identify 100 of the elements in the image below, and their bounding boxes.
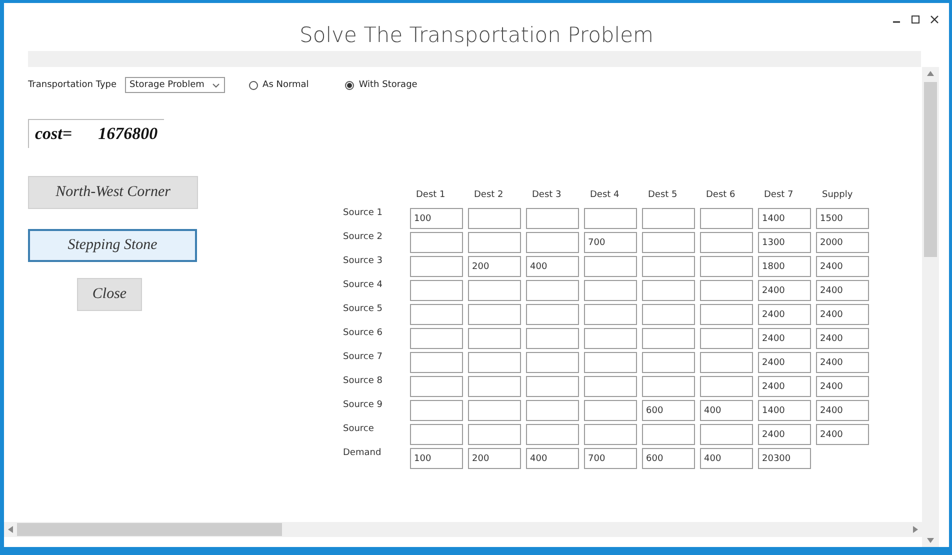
table-cell-field[interactable]: 700 bbox=[584, 448, 637, 469]
table-cell-field[interactable] bbox=[526, 280, 579, 301]
table-cell-field[interactable] bbox=[468, 376, 521, 397]
table-cell-field[interactable] bbox=[642, 208, 695, 229]
table-cell-field[interactable]: 400 bbox=[526, 256, 579, 277]
close-icon[interactable] bbox=[930, 14, 939, 24]
table-cell-field[interactable] bbox=[642, 232, 695, 253]
table-cell-field[interactable] bbox=[468, 400, 521, 421]
table-cell-field[interactable] bbox=[584, 424, 637, 445]
table-cell-field[interactable]: 200 bbox=[468, 448, 521, 469]
table-cell-field[interactable]: 100 bbox=[410, 208, 463, 229]
table-cell-field[interactable] bbox=[410, 376, 463, 397]
table-cell-field[interactable]: 1400 bbox=[758, 400, 811, 421]
table-cell-field[interactable] bbox=[468, 424, 521, 445]
table-cell-field[interactable] bbox=[700, 232, 753, 253]
table-cell-field[interactable] bbox=[468, 304, 521, 325]
action-button[interactable]: North-West Corner bbox=[28, 176, 198, 209]
radio-button[interactable] bbox=[248, 80, 258, 90]
table-cell-field[interactable] bbox=[642, 352, 695, 373]
type-label: Transportation Type bbox=[28, 80, 117, 90]
table-cell-field[interactable] bbox=[584, 208, 637, 229]
row-label: Source 1 bbox=[343, 208, 384, 218]
table-cell-field[interactable] bbox=[410, 280, 463, 301]
table-cell-field[interactable] bbox=[700, 304, 753, 325]
table-cell-field[interactable] bbox=[700, 208, 753, 229]
table-cell-field[interactable]: 1800 bbox=[758, 256, 811, 277]
table-cell-field[interactable]: 2400 bbox=[816, 376, 869, 397]
table-cell-field[interactable]: 2400 bbox=[816, 424, 869, 445]
table-cell-field[interactable] bbox=[526, 328, 579, 349]
table-cell-field[interactable] bbox=[584, 304, 637, 325]
table-cell-field[interactable] bbox=[700, 376, 753, 397]
table-cell-field[interactable] bbox=[584, 256, 637, 277]
table-cell-field[interactable]: 2400 bbox=[758, 304, 811, 325]
radio-button[interactable] bbox=[344, 80, 354, 90]
table-cell-field[interactable] bbox=[468, 232, 521, 253]
table-cell-field[interactable] bbox=[642, 424, 695, 445]
table-cell-field[interactable]: 400 bbox=[526, 448, 579, 469]
table-cell-field[interactable] bbox=[700, 280, 753, 301]
table-cell-field[interactable]: 1500 bbox=[816, 208, 869, 229]
table-cell-field[interactable] bbox=[410, 328, 463, 349]
table-cell-field[interactable]: 2000 bbox=[816, 232, 869, 253]
maximize-icon[interactable] bbox=[911, 14, 920, 24]
table-cell-field[interactable] bbox=[468, 208, 521, 229]
table-cell-field[interactable]: 2400 bbox=[816, 328, 869, 349]
table-cell-field[interactable] bbox=[700, 328, 753, 349]
table-cell-field[interactable] bbox=[642, 328, 695, 349]
table-cell-field[interactable] bbox=[584, 328, 637, 349]
table-cell-field[interactable]: 2400 bbox=[758, 376, 811, 397]
table-cell-field[interactable] bbox=[526, 304, 579, 325]
action-button[interactable]: Close bbox=[77, 278, 142, 311]
table-cell-field[interactable] bbox=[584, 376, 637, 397]
table-cell-field[interactable] bbox=[584, 400, 637, 421]
table-cell-field[interactable]: 1300 bbox=[758, 232, 811, 253]
table-cell-field[interactable]: 600 bbox=[642, 400, 695, 421]
table-cell-field[interactable]: 700 bbox=[584, 232, 637, 253]
table-cell-field[interactable]: 20300 bbox=[758, 448, 811, 469]
table-cell-field[interactable] bbox=[468, 352, 521, 373]
table-cell-field[interactable]: 2400 bbox=[758, 328, 811, 349]
table-cell-field[interactable] bbox=[642, 376, 695, 397]
table-cell-field[interactable] bbox=[642, 256, 695, 277]
table-cell-field[interactable]: 2400 bbox=[758, 280, 811, 301]
table-cell-field[interactable] bbox=[642, 304, 695, 325]
table-cell-field[interactable] bbox=[526, 424, 579, 445]
table-cell-field[interactable] bbox=[700, 256, 753, 277]
table-cell-field[interactable]: 2400 bbox=[758, 424, 811, 445]
row-label: Source 6 bbox=[343, 328, 384, 338]
table-cell-field[interactable]: 2400 bbox=[816, 280, 869, 301]
table-cell-field[interactable] bbox=[410, 232, 463, 253]
table-cell-field[interactable] bbox=[526, 400, 579, 421]
table-cell-field[interactable]: 1400 bbox=[758, 208, 811, 229]
table-cell-field[interactable]: 100 bbox=[410, 448, 463, 469]
table-cell-field[interactable]: 400 bbox=[700, 400, 753, 421]
table-cell-field[interactable]: 2400 bbox=[816, 400, 869, 421]
table-cell-field[interactable] bbox=[410, 352, 463, 373]
table-cell-field[interactable]: 600 bbox=[642, 448, 695, 469]
table-cell-field[interactable] bbox=[700, 424, 753, 445]
table-cell-field[interactable] bbox=[468, 280, 521, 301]
table-cell-field[interactable]: 2400 bbox=[816, 256, 869, 277]
table-cell-field[interactable]: 200 bbox=[468, 256, 521, 277]
table-cell-field[interactable] bbox=[526, 208, 579, 229]
radio-label: As Normal bbox=[262, 80, 309, 90]
table-cell-field[interactable] bbox=[584, 352, 637, 373]
action-button[interactable]: Stepping Stone bbox=[28, 229, 197, 262]
type-dropdown[interactable]: Storage Problem bbox=[124, 77, 225, 93]
table-cell-field[interactable]: 2400 bbox=[816, 304, 869, 325]
table-cell-field[interactable] bbox=[410, 304, 463, 325]
table-cell-field[interactable]: 2400 bbox=[758, 352, 811, 373]
table-cell-field[interactable] bbox=[526, 376, 579, 397]
table-cell-field[interactable] bbox=[410, 424, 463, 445]
table-cell-field[interactable] bbox=[642, 280, 695, 301]
table-cell-field[interactable] bbox=[584, 280, 637, 301]
table-cell-field[interactable] bbox=[410, 400, 463, 421]
row-label: Source 2 bbox=[343, 232, 384, 242]
table-cell-field[interactable] bbox=[700, 352, 753, 373]
table-cell-field[interactable]: 400 bbox=[700, 448, 753, 469]
table-cell-field[interactable] bbox=[468, 328, 521, 349]
table-cell-field[interactable]: 2400 bbox=[816, 352, 869, 373]
table-cell-field[interactable] bbox=[526, 352, 579, 373]
table-cell-field[interactable] bbox=[526, 232, 579, 253]
table-cell-field[interactable] bbox=[410, 256, 463, 277]
